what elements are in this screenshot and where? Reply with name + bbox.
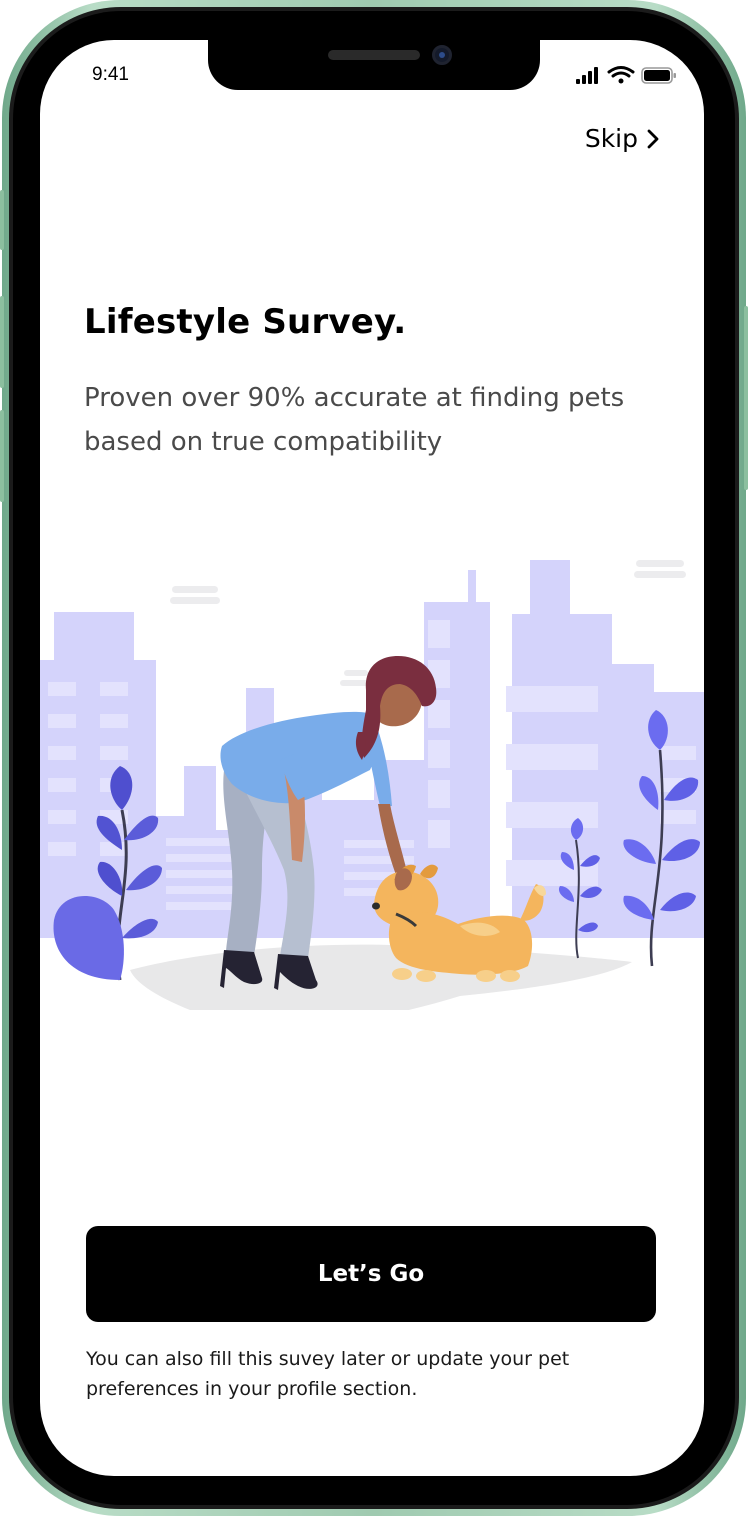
speaker-grille xyxy=(328,50,420,60)
footnote-text: You can also fill this suvey later or up… xyxy=(86,1348,570,1400)
front-camera xyxy=(432,45,452,65)
dog-nose xyxy=(372,902,380,910)
woman-walking-dog-illustration xyxy=(40,560,704,1010)
status-icons xyxy=(576,66,676,84)
wifi-icon xyxy=(607,66,635,84)
ground-shadow xyxy=(130,944,632,1010)
notch xyxy=(208,40,540,90)
lets-go-button[interactable]: Let’s Go xyxy=(86,1226,656,1322)
page-subtitle: Proven over 90% accurate at finding pets… xyxy=(84,383,625,457)
battery-icon xyxy=(641,67,676,84)
signal-icon xyxy=(576,67,598,84)
skip-button[interactable]: Skip xyxy=(585,124,660,153)
app-screen: 9:41 Skip Lifestyle Survey. Proven over … xyxy=(40,40,704,1476)
page-title: Lifestyle Survey. xyxy=(84,302,407,342)
side-button xyxy=(744,306,748,490)
status-time: 9:41 xyxy=(92,64,129,85)
side-button xyxy=(0,296,4,388)
side-button xyxy=(0,190,4,250)
chevron-right-icon xyxy=(647,129,659,148)
skip-label: Skip xyxy=(584,124,638,153)
side-button xyxy=(0,410,4,502)
